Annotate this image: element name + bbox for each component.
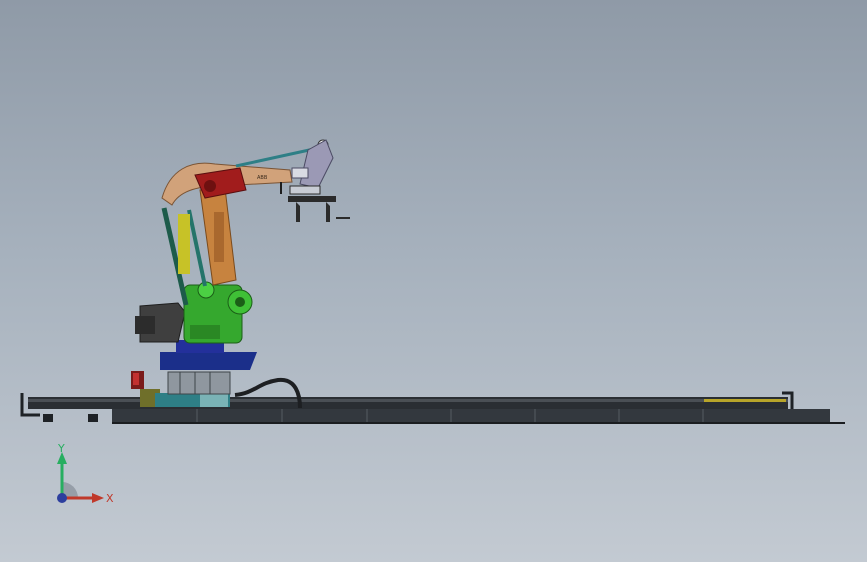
base-plate (160, 352, 257, 370)
counterweight-cap (135, 316, 155, 334)
track-stripe (704, 399, 786, 402)
track-rail-lower (112, 409, 830, 422)
robot-assembly-model[interactable]: ABB (0, 0, 867, 562)
upper-arm[interactable]: ABB (161, 162, 293, 206)
gripper-beam (288, 196, 336, 202)
counterweight[interactable] (135, 302, 186, 343)
gripper-mount (289, 185, 321, 195)
front-link-rod (187, 209, 207, 287)
turret-lower-ring (190, 325, 220, 339)
base-riser (167, 371, 231, 395)
track-foot-mid (88, 414, 98, 422)
x-axis-arrowhead (92, 493, 104, 503)
elbow-joint (204, 180, 216, 192)
cad-viewport[interactable]: ABB Y X (0, 0, 867, 562)
robot-base[interactable] (160, 340, 257, 395)
gripper-finger-left (296, 202, 300, 222)
robot-turret[interactable] (183, 281, 253, 344)
arm-logo: ABB (257, 175, 268, 181)
gripper[interactable] (288, 185, 350, 222)
track-foot-left (43, 414, 53, 422)
gripper-finger-right (326, 202, 330, 222)
coordinate-triad-icon: Y X (40, 440, 120, 510)
z-axis-icon (57, 493, 67, 503)
y-axis-label: Y (57, 442, 65, 455)
motor-highlight (133, 373, 139, 385)
x-axis-label: X (106, 492, 114, 505)
turret-motor-hub (235, 297, 245, 307)
lower-arm-rib (214, 212, 224, 262)
wrist-housing (299, 139, 334, 189)
balancer-cylinder (178, 214, 190, 274)
wrist-flange (291, 167, 309, 179)
lower-arm[interactable] (199, 187, 237, 286)
